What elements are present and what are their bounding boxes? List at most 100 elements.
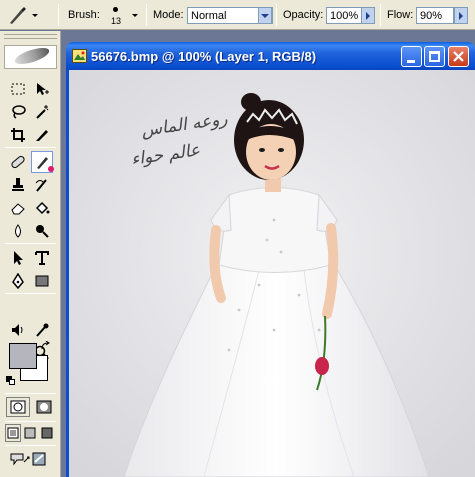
paint-bucket-icon [35,201,50,215]
type-t-icon [35,251,49,265]
chevron-down-icon [261,13,269,18]
standard-mode-icon [10,400,26,414]
mode-dropdown-button[interactable] [258,7,272,24]
chevron-down-icon [32,14,38,17]
options-divider [146,4,147,26]
toolbox-grip[interactable] [4,34,57,39]
shape-tool[interactable] [31,270,53,292]
magic-wand-icon [36,105,49,119]
opacity-slider-button[interactable] [361,7,375,24]
toolbox-divider [5,393,56,394]
crop-icon [11,128,25,142]
brush-tool[interactable] [31,151,54,173]
maximize-button[interactable] [424,46,445,67]
dodge-icon [36,225,49,238]
history-brush-tool[interactable] [31,174,53,196]
magic-wand-tool[interactable] [31,101,53,123]
blur-tool[interactable] [7,220,29,242]
chevron-right-icon [366,11,370,20]
brush-tip-icon [113,7,118,12]
document-title: 56676.bmp @ 100% (Layer 1, RGB/8) [91,49,317,64]
move-arrow-icon [37,83,49,95]
eraser-tool[interactable] [7,197,29,219]
pen-nib-icon [12,273,24,289]
document-title-bar[interactable]: 56676.bmp @ 100% (Layer 1, RGB/8) [66,42,475,70]
healing-brush-tool[interactable] [7,151,29,173]
close-button[interactable] [448,46,469,67]
path-selection-tool[interactable] [7,247,29,269]
eraser-icon [11,203,25,215]
quick-mask-icon [36,400,52,414]
full-screen-mode-button[interactable] [39,424,55,442]
crop-tool[interactable] [7,124,29,146]
toolbox-divider [5,445,56,446]
standard-screen-mode-button[interactable] [5,424,21,442]
mode-label: Mode: [153,9,184,21]
water-drop-icon [15,224,21,238]
adobe-online-button[interactable] [4,44,57,69]
close-icon [453,51,464,62]
path-selection-arrow-icon [14,251,23,265]
move-tool[interactable] [31,78,53,100]
options-divider [58,4,59,26]
stamp-icon [12,178,24,191]
toolbox-divider [5,293,56,294]
image-content [69,70,475,477]
toolbox [0,31,61,477]
dodge-tool[interactable] [31,220,53,242]
options-divider [276,4,277,26]
notes-tool[interactable] [7,319,29,341]
feather-icon [13,44,51,68]
tool-preset-picker[interactable] [6,4,40,26]
speaker-notes-icon [12,324,23,336]
clone-stamp-tool[interactable] [7,174,29,196]
marquee-icon [11,83,25,95]
foreground-color-swatch[interactable] [9,343,37,369]
chevron-down-icon [132,14,138,17]
chevron-right-icon [459,11,463,20]
flow-input[interactable]: 90% [416,7,454,24]
lasso-tool[interactable] [7,101,29,123]
slice-tool[interactable] [31,124,53,146]
swap-colors-icon[interactable] [40,340,52,351]
slice-knife-icon [36,130,48,141]
toolbox-divider [5,421,56,422]
quick-mask-mode-button[interactable] [32,397,56,417]
brush-size-value: 13 [111,16,122,26]
brush-label: Brush: [68,9,100,21]
imageready-jump-icon [10,452,46,466]
default-colors-icon[interactable] [6,376,16,386]
flow-value: 90% [420,10,443,22]
pen-tool[interactable] [7,270,29,292]
opacity-input[interactable]: 100% [326,7,362,24]
document-window: 56676.bmp @ 100% (Layer 1, RGB/8) روعه ا… [66,42,475,477]
brush-picker[interactable]: 13 [108,3,142,29]
image-canvas[interactable]: روعه الماس عالم حواء [66,70,475,477]
options-bar: Brush: 13 Mode: Normal Opacity: 100% Flo… [0,0,475,30]
opacity-value: 100% [330,10,359,22]
screen-mode-icon [41,427,53,439]
history-brush-icon [35,179,47,192]
standard-mode-button[interactable] [6,397,30,417]
options-divider [380,4,381,26]
screen-mode-icon [7,427,19,439]
rectangle-shape-icon [35,275,49,287]
opacity-label: Opacity: [283,9,324,21]
mode-value: Normal [191,10,227,22]
type-tool[interactable] [31,247,53,269]
bandage-icon [11,155,25,169]
lasso-icon [12,105,26,119]
full-screen-menu-mode-button[interactable] [22,424,38,442]
paint-bucket-tool[interactable] [31,197,53,219]
minimize-button[interactable] [401,46,422,67]
eyedropper-tool[interactable] [31,319,53,341]
active-indicator-icon [48,166,54,172]
jump-to-imageready-button[interactable] [7,449,51,469]
flow-slider-button[interactable] [454,7,468,24]
eyedropper-icon [36,323,49,337]
toolbox-divider [5,147,56,148]
brush-icon [10,7,26,24]
marquee-tool[interactable] [7,78,29,100]
maximize-icon [429,51,440,62]
screen-mode-icon [24,427,36,439]
